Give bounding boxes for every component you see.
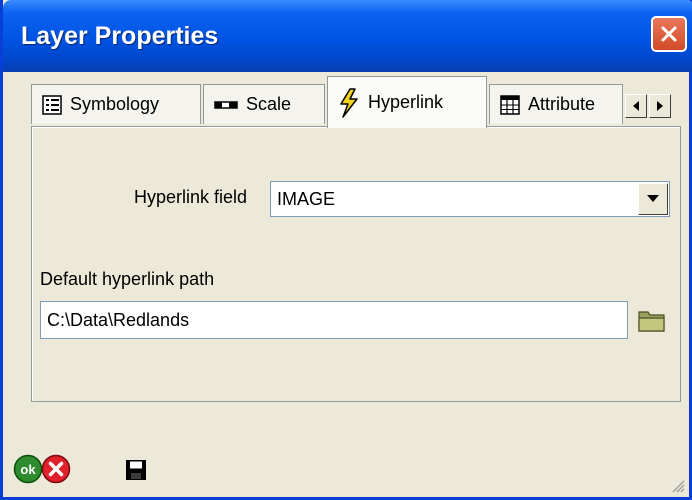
close-icon (661, 26, 677, 42)
table-icon (500, 94, 520, 115)
tab-strip: Symbology Scale Hyperlink Attribute (31, 74, 681, 128)
tab-scroll-left-button[interactable] (625, 94, 647, 118)
browse-folder-button[interactable] (638, 307, 666, 333)
hyperlink-field-dropdown[interactable]: IMAGE (270, 181, 670, 217)
folder-icon (638, 311, 665, 332)
tab-hyperlink[interactable]: Hyperlink (327, 76, 487, 128)
hyperlink-field-label: Hyperlink field (134, 187, 248, 207)
hyperlink-panel: Hyperlink field IMAGE Default hyperlink … (31, 126, 681, 402)
close-button[interactable] (651, 16, 687, 52)
ok-label: ok (20, 462, 36, 477)
list-icon (42, 94, 62, 115)
tab-scale[interactable]: Scale (203, 84, 325, 124)
window-title: Layer Properties (21, 22, 219, 50)
arrow-right-icon (657, 101, 663, 111)
tab-attribute-label: Attribute (528, 94, 596, 114)
cancel-button[interactable] (41, 454, 71, 489)
tab-symbology[interactable]: Symbology (31, 84, 201, 124)
title-bar[interactable]: Layer Properties (3, 0, 692, 72)
tab-scale-label: Scale (246, 94, 292, 114)
tab-symbology-label: Symbology (70, 94, 160, 114)
hyperlink-field-value: IMAGE (277, 189, 336, 209)
tab-scroll-right-button[interactable] (649, 94, 671, 118)
ok-icon: ok (13, 454, 43, 484)
default-hyperlink-path-input[interactable] (40, 301, 628, 339)
cancel-icon (41, 454, 71, 484)
layer-properties-window: Layer Properties Symbology Scale Hyperli… (0, 0, 692, 500)
scale-bar-icon (214, 100, 238, 109)
lightning-icon (340, 87, 358, 118)
default-hyperlink-path-label: Default hyperlink path (40, 269, 215, 289)
dropdown-button[interactable] (638, 183, 668, 215)
save-button[interactable] (125, 459, 147, 486)
chevron-down-icon (647, 195, 659, 202)
arrow-left-icon (633, 101, 639, 111)
tab-hyperlink-label: Hyperlink (368, 92, 444, 112)
resize-grip-icon[interactable] (669, 477, 685, 493)
ok-button[interactable]: ok (13, 454, 43, 489)
tab-attribute[interactable]: Attribute (489, 84, 623, 124)
floppy-disk-icon (126, 460, 146, 480)
